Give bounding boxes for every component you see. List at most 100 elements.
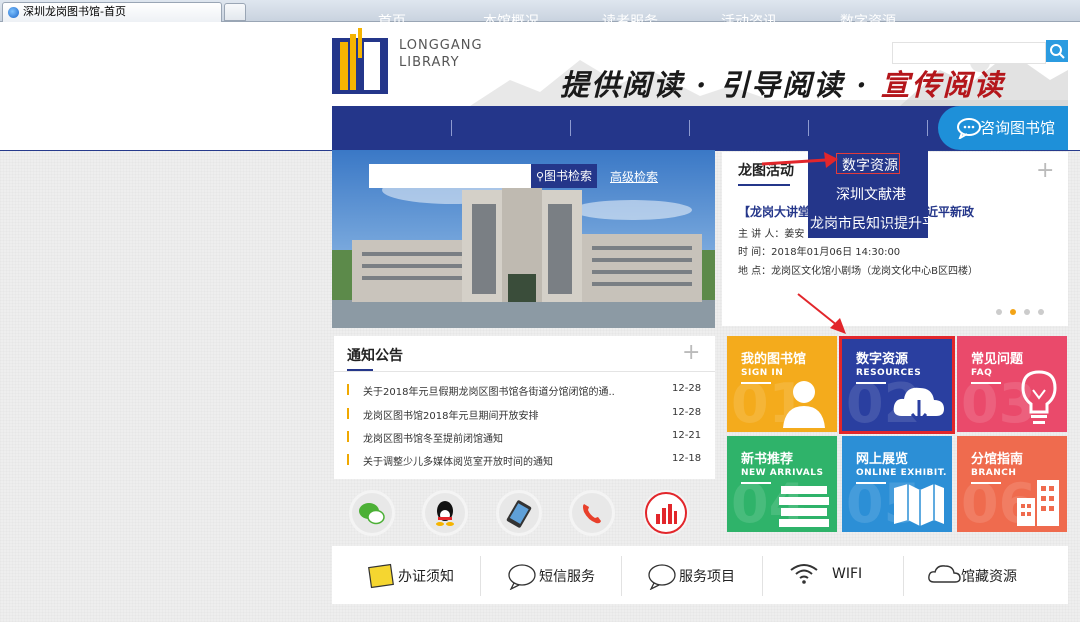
tab-title: 深圳龙岗图书馆-首页: [23, 5, 126, 18]
bottom-service-items[interactable]: 服务项目: [679, 566, 735, 586]
tile-title: 常见问题: [971, 352, 1024, 367]
tile-title: 新书推荐: [741, 452, 794, 467]
statistics-chart-icon[interactable]: [643, 490, 689, 536]
bottom-separator: [762, 556, 763, 596]
ie-icon: [8, 7, 19, 18]
notice-bullet: [347, 454, 349, 465]
site-search-button[interactable]: [1046, 40, 1068, 62]
notice-more-icon[interactable]: +: [682, 340, 700, 365]
qq-icon[interactable]: [422, 490, 468, 536]
notice-item[interactable]: 关于2018年元旦假期龙岗区图书馆各街道分馆闭馆的通..: [363, 383, 615, 398]
slogan-part2: 宣传阅读: [880, 68, 1005, 102]
notice-item[interactable]: 龙岗区图书馆冬至提前闭馆通知: [363, 430, 503, 445]
tile-branch-guide[interactable]: 06 分馆指南 BRANCH: [957, 436, 1067, 532]
notice-bullet: [347, 431, 349, 442]
notice-date: 12-18: [672, 453, 702, 464]
nav-separator: [570, 120, 571, 136]
nav-about[interactable]: 本馆概况: [471, 0, 551, 44]
activity-title-underline: [738, 184, 790, 186]
chat-bubble-icon: [957, 118, 981, 139]
notice-item[interactable]: 龙岗区图书馆2018年元旦期间开放安排: [363, 407, 538, 422]
card-notice-icon: [368, 563, 394, 589]
new-tab-button[interactable]: [224, 3, 246, 21]
nav-activities[interactable]: 活动咨讯: [709, 0, 789, 44]
tile-underline: [856, 482, 886, 484]
books-icon: [779, 486, 829, 527]
dropdown-highlight-frame: [836, 153, 900, 174]
catalog-search-label: 图书检索: [544, 169, 593, 183]
wifi-icon: [790, 564, 818, 584]
dropdown-knowledge-platform[interactable]: 龙岗市民知识提升平: [810, 213, 936, 233]
tile-subtitle: NEW ARRIVALS: [741, 468, 824, 478]
catalog-search-input[interactable]: [369, 164, 531, 188]
annotation-arrow-down: [797, 293, 846, 334]
carousel-dot-active[interactable]: [1010, 309, 1016, 315]
building-icon: [1017, 480, 1059, 526]
tile-new-arrivals[interactable]: 04 新书推荐 NEW ARRIVALS: [727, 436, 837, 532]
tile-underline: [741, 482, 771, 484]
nav-separator: [689, 120, 690, 136]
activity-place: 地 点：龙岗区文化馆小剧场（龙岗文化中心B区四楼）: [738, 266, 979, 277]
wechat-icon[interactable]: [349, 490, 395, 536]
tile-title: 网上展览: [856, 452, 909, 467]
slogan-part1: 提供阅读 · 引导阅读 ·: [560, 68, 869, 102]
cloud-icon: [928, 565, 961, 583]
site-search-input[interactable]: [892, 42, 1046, 64]
activity-time: 时 间：2018年01月06日 14:30:00: [738, 247, 901, 258]
nav-separator: [808, 120, 809, 136]
tile-online-exhibit[interactable]: 05 网上展览 ONLINE EXHIBIT.: [842, 436, 952, 532]
advanced-search-link[interactable]: 高级检索: [610, 168, 658, 185]
nav-separator: [927, 120, 928, 136]
tile-underline: [971, 382, 1001, 384]
nav-reader-services[interactable]: 读者服务: [590, 0, 670, 44]
tile-subtitle: BRANCH: [971, 468, 1017, 478]
carousel-dot[interactable]: [996, 309, 1002, 315]
nav-home[interactable]: 首页: [352, 0, 432, 44]
mobile-phone-icon[interactable]: [496, 490, 542, 536]
search-icon: [1050, 44, 1065, 59]
catalog-search-button[interactable]: ⚲图书检索: [531, 164, 597, 188]
tile-underline: [741, 382, 771, 384]
activity-more-icon[interactable]: +: [1036, 158, 1054, 183]
notice-divider: [334, 371, 715, 372]
nav-separator: [451, 120, 452, 136]
tile-underline: [971, 482, 1001, 484]
tile-subtitle: ONLINE EXHIBIT.: [856, 468, 947, 478]
notice-date: 12-21: [672, 430, 702, 441]
nav-digital-resources[interactable]: 数字资源: [828, 0, 908, 44]
tile-my-library[interactable]: 01 我的图书馆 SIGN IN: [727, 336, 837, 432]
sms-icon: [508, 564, 536, 590]
activity-speaker: 主 讲 人：姜安: [738, 229, 805, 240]
bottom-separator: [903, 556, 904, 596]
notice-bullet: [347, 408, 349, 419]
digital-resources-highlight-frame: [839, 336, 955, 434]
slogan: 提供阅读 · 引导阅读 · 宣传阅读: [560, 62, 1005, 104]
person-icon: [783, 381, 825, 428]
annotation-arrow-right: [761, 152, 838, 168]
tile-title: 我的图书馆: [741, 352, 807, 367]
map-icon: [894, 484, 944, 526]
carousel-dot[interactable]: [1024, 309, 1030, 315]
tile-title: 分馆指南: [971, 452, 1024, 467]
bottom-card-guide[interactable]: 办证须知: [398, 566, 454, 586]
notice-title: 通知公告: [347, 348, 403, 364]
bottom-separator: [480, 556, 481, 596]
search-icon: ⚲: [535, 170, 545, 183]
bottom-separator: [621, 556, 622, 596]
browser-tab[interactable]: 深圳龙岗图书馆-首页: [2, 2, 222, 22]
tile-subtitle: FAQ: [971, 368, 993, 378]
bottom-sms-service[interactable]: 短信服务: [539, 566, 595, 586]
bottom-wifi[interactable]: WIFI: [832, 566, 862, 582]
bottom-collection-resources[interactable]: 馆藏资源: [961, 566, 1017, 586]
tile-faq[interactable]: 03 常见问题 FAQ: [957, 336, 1067, 432]
service-chat-icon: [648, 564, 676, 590]
carousel-dot[interactable]: [1038, 309, 1044, 315]
dropdown-shenzhen-archive[interactable]: 深圳文献港: [836, 184, 906, 204]
notice-date: 12-28: [672, 407, 702, 418]
activity-headline-start[interactable]: 【龙岗大讲堂: [738, 203, 810, 220]
notice-item[interactable]: 关于调整少儿多媒体阅览室开放时间的通知: [363, 453, 553, 468]
notice-date: 12-28: [672, 383, 702, 394]
notice-bullet: [347, 384, 349, 395]
telephone-icon[interactable]: [569, 490, 615, 536]
lightbulb-icon: [1021, 370, 1057, 424]
